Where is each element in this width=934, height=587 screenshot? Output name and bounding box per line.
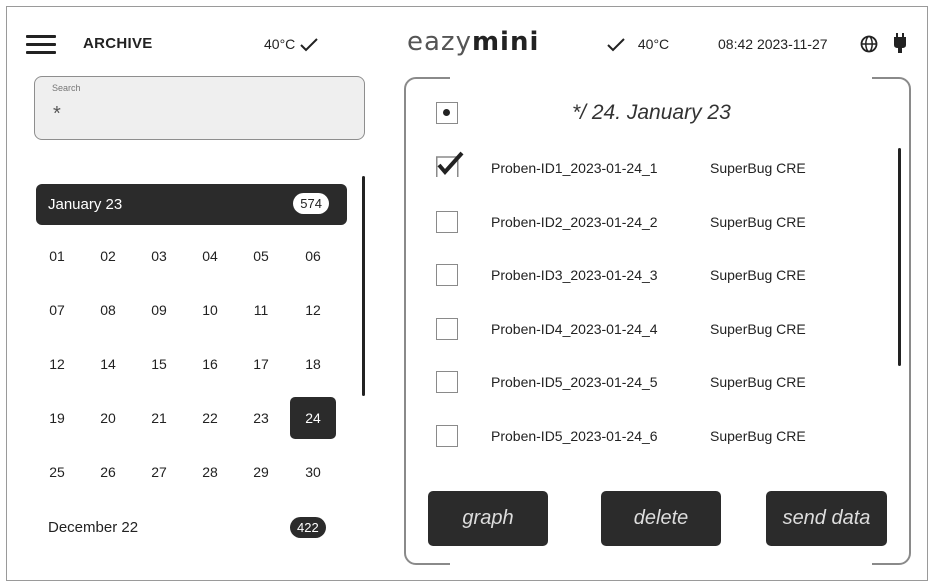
- right-temperature: 40°C: [606, 36, 669, 53]
- calendar-day-18[interactable]: 19: [41, 402, 73, 434]
- sample-type: SuperBug CRE: [710, 374, 806, 390]
- count-badge: 422: [290, 517, 326, 538]
- calendar-day-23[interactable]: 24: [290, 397, 336, 439]
- calendar-day-0[interactable]: 01: [41, 240, 73, 272]
- graph-button[interactable]: graph: [428, 491, 548, 546]
- calendar-day-2[interactable]: 03: [143, 240, 175, 272]
- calendar-day-15[interactable]: 16: [194, 348, 226, 380]
- calendar-day-28[interactable]: 29: [245, 456, 277, 488]
- sample-checkbox[interactable]: [436, 318, 458, 340]
- calendar-day-25[interactable]: 26: [92, 456, 124, 488]
- calendar-day-11[interactable]: 12: [297, 294, 329, 326]
- calendar-day-26[interactable]: 27: [143, 456, 175, 488]
- radio-dot-icon: [443, 109, 450, 116]
- day-header: */ 24. January 23: [572, 101, 731, 124]
- panel-border-gap: [450, 72, 872, 82]
- globe-icon[interactable]: [860, 35, 878, 53]
- panel-border-gap: [450, 560, 872, 570]
- calendar-day-6[interactable]: 07: [41, 294, 73, 326]
- left-temperature: 40°C: [264, 36, 319, 53]
- brand-logo: eazymini: [407, 27, 540, 57]
- sample-type: SuperBug CRE: [710, 321, 806, 337]
- calendar-day-8[interactable]: 09: [143, 294, 175, 326]
- month-label: January 23: [48, 196, 123, 213]
- send-data-button[interactable]: send data: [766, 491, 887, 546]
- right-temp-value: 40°C: [637, 36, 670, 52]
- sample-checkbox[interactable]: [436, 264, 458, 286]
- search-label: Search: [52, 83, 81, 93]
- month-list-scrollbar[interactable]: [362, 176, 365, 396]
- sample-checkbox[interactable]: [436, 425, 458, 447]
- calendar-day-9[interactable]: 10: [194, 294, 226, 326]
- left-temp-value: 40°C: [264, 36, 296, 52]
- sample-type: SuperBug CRE: [710, 428, 806, 444]
- month-header-january-23[interactable]: January 23 574: [36, 184, 347, 225]
- calendar-day-4[interactable]: 05: [245, 240, 277, 272]
- sample-id[interactable]: Proben-ID1_2023-01-24_1: [491, 160, 658, 176]
- sample-checkbox[interactable]: [436, 151, 464, 179]
- sample-id[interactable]: Proben-ID2_2023-01-24_2: [491, 214, 658, 230]
- datetime: 08:42 2023-11-27: [718, 36, 828, 52]
- sample-checkbox[interactable]: [436, 371, 458, 393]
- date-value: 2023-11-27: [756, 36, 828, 52]
- search-input[interactable]: *: [53, 103, 61, 126]
- plug-icon: [894, 33, 906, 53]
- delete-button[interactable]: delete: [601, 491, 721, 546]
- count-badge: 574: [293, 193, 329, 214]
- search-box[interactable]: Search *: [34, 76, 365, 140]
- page-title: ARCHIVE: [83, 35, 153, 52]
- calendar-day-3[interactable]: 04: [194, 240, 226, 272]
- calendar-day-7[interactable]: 08: [92, 294, 124, 326]
- calendar-day-1[interactable]: 02: [92, 240, 124, 272]
- menu-icon[interactable]: [26, 35, 56, 55]
- calendar-day-17[interactable]: 18: [297, 348, 329, 380]
- month-header-december-22[interactable]: December 22: [48, 519, 138, 536]
- sample-id[interactable]: Proben-ID5_2023-01-24_6: [491, 428, 658, 444]
- sample-type: SuperBug CRE: [710, 214, 806, 230]
- sample-checkbox[interactable]: [436, 211, 458, 233]
- calendar-day-21[interactable]: 22: [194, 402, 226, 434]
- select-all-checkbox[interactable]: [436, 102, 458, 124]
- calendar-day-27[interactable]: 28: [194, 456, 226, 488]
- check-icon: [300, 38, 318, 52]
- calendar-day-24[interactable]: 25: [41, 456, 73, 488]
- calendar-day-13[interactable]: 14: [92, 348, 124, 380]
- calendar-day-20[interactable]: 21: [143, 402, 175, 434]
- checkbox-checked-icon: [436, 151, 464, 177]
- calendar-day-29[interactable]: 30: [297, 456, 329, 488]
- sample-id[interactable]: Proben-ID3_2023-01-24_3: [491, 267, 658, 283]
- sample-type: SuperBug CRE: [710, 160, 806, 176]
- sample-id[interactable]: Proben-ID4_2023-01-24_4: [491, 321, 658, 337]
- time-value: 08:42: [718, 36, 754, 52]
- calendar-day-19[interactable]: 20: [92, 402, 124, 434]
- check-icon: [607, 38, 625, 52]
- calendar-day-12[interactable]: 12: [41, 348, 73, 380]
- sample-type: SuperBug CRE: [710, 267, 806, 283]
- calendar-day-14[interactable]: 15: [143, 348, 175, 380]
- calendar-day-16[interactable]: 17: [245, 348, 277, 380]
- sample-list-scrollbar[interactable]: [898, 148, 901, 366]
- calendar-day-10[interactable]: 11: [245, 294, 277, 326]
- calendar-day-5[interactable]: 06: [297, 240, 329, 272]
- sample-id[interactable]: Proben-ID5_2023-01-24_5: [491, 374, 658, 390]
- calendar-day-22[interactable]: 23: [245, 402, 277, 434]
